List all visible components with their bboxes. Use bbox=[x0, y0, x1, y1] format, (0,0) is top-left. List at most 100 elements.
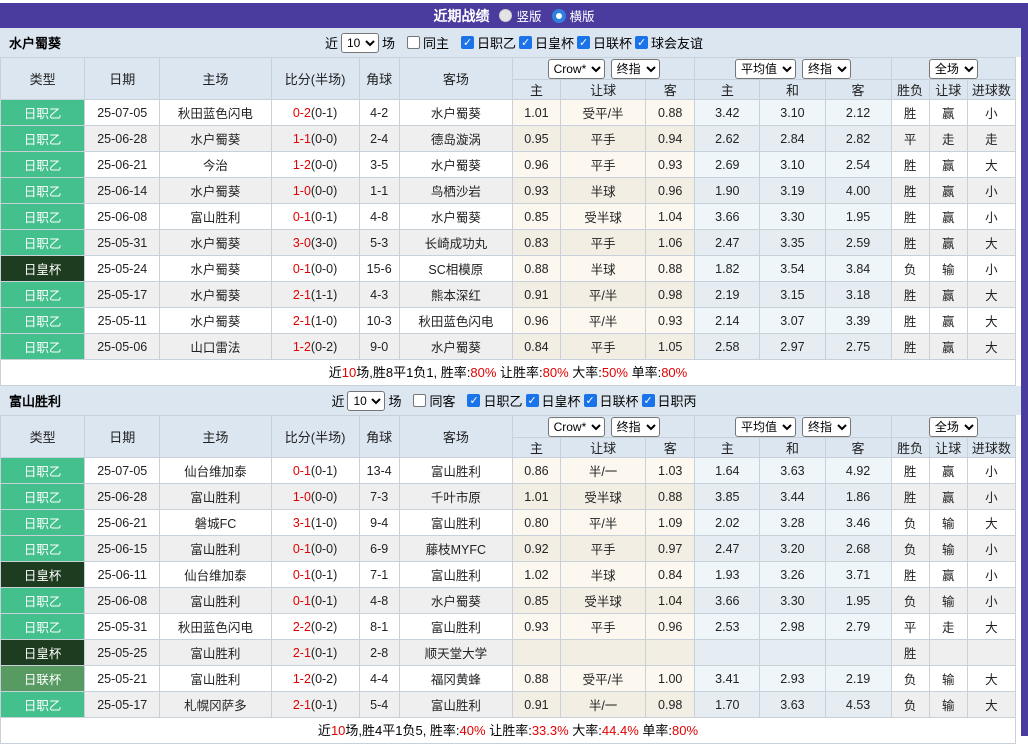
home-team: 水户蜀葵 bbox=[159, 125, 272, 152]
same-venue-checkbox[interactable] bbox=[406, 36, 420, 49]
match-scope-select[interactable]: 全场 bbox=[928, 416, 978, 437]
league-checkbox[interactable] bbox=[467, 394, 481, 407]
avg-draw-odds: 3.20 bbox=[759, 535, 826, 562]
layout-radio-horizontal[interactable]: 横版 bbox=[551, 6, 595, 25]
result-handicap: 输 bbox=[928, 691, 968, 718]
crow-handicap: 平手 bbox=[559, 535, 647, 562]
league-checkbox-label: 日联杯 bbox=[593, 36, 633, 51]
result-goals: 大 bbox=[966, 691, 1017, 718]
league-checkbox[interactable] bbox=[635, 36, 649, 49]
same-venue-checkbox[interactable] bbox=[413, 394, 427, 407]
score: 0-1(0-0) bbox=[270, 535, 360, 562]
avg-home-odds: 1.82 bbox=[694, 255, 761, 282]
avg-draw-odds: 3.63 bbox=[759, 691, 826, 718]
league-type-badge: 日职乙 bbox=[0, 177, 86, 204]
crow-home-odds: 1.02 bbox=[511, 561, 562, 588]
summary-text: 80% bbox=[672, 723, 699, 738]
fulltime-score: 1-2 bbox=[292, 339, 311, 354]
match-count-select[interactable]: 10 bbox=[347, 390, 386, 411]
halftime-score: (0-1) bbox=[310, 697, 338, 712]
result-outcome: 胜 bbox=[890, 333, 930, 360]
avg-away-odds: 2.12 bbox=[824, 99, 892, 126]
home-team: 富山胜利 bbox=[159, 203, 272, 230]
home-team: 磐城FC bbox=[159, 509, 272, 536]
crow-home-odds: 0.85 bbox=[511, 203, 562, 230]
column-header: 类型 bbox=[0, 57, 86, 100]
league-checkbox[interactable] bbox=[641, 394, 655, 407]
fulltime-score: 2-1 bbox=[292, 645, 311, 660]
crow-odds-group-header: Crow* 终指 bbox=[511, 57, 696, 80]
corner-count: 2-8 bbox=[358, 639, 400, 666]
match-date: 25-06-28 bbox=[84, 125, 161, 152]
sub-column-header: 让球 bbox=[928, 437, 968, 458]
avg-draw-odds: 3.15 bbox=[759, 281, 826, 308]
odds-stage-select[interactable]: 终指 bbox=[610, 58, 660, 79]
home-team: 仙台维加泰 bbox=[159, 561, 272, 588]
result-goals: 大 bbox=[966, 151, 1017, 178]
halftime-score: (0-0) bbox=[310, 489, 338, 504]
league-checkbox[interactable] bbox=[577, 36, 591, 49]
home-team: 秋田蓝色闪电 bbox=[159, 613, 272, 640]
crow-handicap: 受半球 bbox=[559, 483, 647, 510]
crow-away-odds: 0.97 bbox=[645, 535, 696, 562]
halftime-score: (0-0) bbox=[310, 131, 338, 146]
match-row: 日联杯 25-05-21 富山胜利 1-2(0-2) 4-4 福冈黄蜂 0.88 受平/半 1.… bbox=[0, 665, 1017, 692]
score: 0-1(0-1) bbox=[270, 561, 360, 588]
average-stage-select[interactable]: 终指 bbox=[801, 416, 851, 437]
avg-away-odds: 2.75 bbox=[824, 333, 892, 360]
match-row: 日皇杯 25-05-25 富山胜利 2-1(0-1) 2-8 顺天堂大学胜 bbox=[0, 639, 1017, 666]
home-team: 水户蜀葵 bbox=[159, 229, 272, 256]
home-team: 富山胜利 bbox=[159, 665, 272, 692]
match-row: 日职乙 25-05-11 水户蜀葵 2-1(1-0) 10-3 秋田蓝色闪电 0.96 平/半… bbox=[0, 307, 1017, 334]
result-outcome: 负 bbox=[890, 691, 930, 718]
match-row: 日职乙 25-06-28 富山胜利 1-0(0-0) 7-3 千叶市原 1.01 受半球 0.8… bbox=[0, 483, 1017, 510]
crow-home-odds: 0.85 bbox=[511, 587, 562, 614]
crow-handicap: 受平/半 bbox=[559, 665, 647, 692]
fulltime-score: 0-1 bbox=[292, 593, 311, 608]
away-team: 顺天堂大学 bbox=[398, 639, 513, 666]
result-outcome: 胜 bbox=[890, 457, 930, 484]
away-team: 水户蜀葵 bbox=[398, 203, 513, 230]
away-team: 富山胜利 bbox=[398, 509, 513, 536]
result-goals: 小 bbox=[966, 535, 1017, 562]
match-count-select[interactable]: 10 bbox=[340, 32, 379, 53]
league-checkbox[interactable] bbox=[525, 394, 539, 407]
corner-count: 6-9 bbox=[358, 535, 400, 562]
league-checkbox[interactable] bbox=[519, 36, 532, 49]
results-table: 类型 日期 主场 比分(半场) 角球 客场 Crow* 终指 平均值 终指 全场主让球客主和客胜负让… bbox=[0, 415, 1017, 718]
layout-radio-vertical[interactable]: 竖版 bbox=[499, 6, 542, 25]
crow-home-odds: 0.92 bbox=[511, 535, 562, 562]
league-checkbox[interactable] bbox=[583, 394, 597, 407]
column-header: 角球 bbox=[358, 57, 400, 100]
league-type-badge: 日职乙 bbox=[0, 535, 86, 562]
average-source-select[interactable]: 平均值 bbox=[734, 416, 796, 437]
league-checkbox-label: 日职丙 bbox=[657, 394, 697, 409]
summary-text: 让胜率: bbox=[485, 723, 532, 738]
halftime-score: (0-1) bbox=[310, 463, 338, 478]
odds-source-select[interactable]: Crow* bbox=[547, 416, 605, 437]
result-outcome: 胜 bbox=[890, 177, 930, 204]
sub-column-header: 和 bbox=[759, 79, 826, 100]
match-date: 25-06-11 bbox=[84, 561, 161, 588]
away-team: 富山胜利 bbox=[398, 457, 513, 484]
score: 2-1(0-1) bbox=[270, 639, 360, 666]
avg-away-odds: 2.68 bbox=[824, 535, 892, 562]
average-source-select[interactable]: 平均值 bbox=[734, 58, 796, 79]
result-goals: 大 bbox=[966, 333, 1017, 360]
odds-stage-select[interactable]: 终指 bbox=[610, 416, 660, 437]
home-team: 秋田蓝色闪电 bbox=[159, 99, 272, 126]
crow-away-odds: 1.09 bbox=[645, 509, 696, 536]
crow-handicap: 平/半 bbox=[559, 509, 647, 536]
score: 1-0(0-0) bbox=[270, 483, 360, 510]
halftime-score: (0-2) bbox=[310, 671, 338, 686]
avg-home-odds: 3.66 bbox=[694, 203, 761, 230]
league-checkbox[interactable] bbox=[460, 36, 474, 49]
corner-count: 4-3 bbox=[358, 281, 400, 308]
result-outcome: 胜 bbox=[890, 229, 930, 256]
score: 1-2(0-2) bbox=[270, 333, 360, 360]
match-scope-select[interactable]: 全场 bbox=[928, 58, 978, 79]
average-stage-select[interactable]: 终指 bbox=[801, 58, 851, 79]
fulltime-score: 0-2 bbox=[292, 105, 311, 120]
odds-source-select[interactable]: Crow* bbox=[547, 58, 605, 79]
home-team: 水户蜀葵 bbox=[159, 307, 272, 334]
